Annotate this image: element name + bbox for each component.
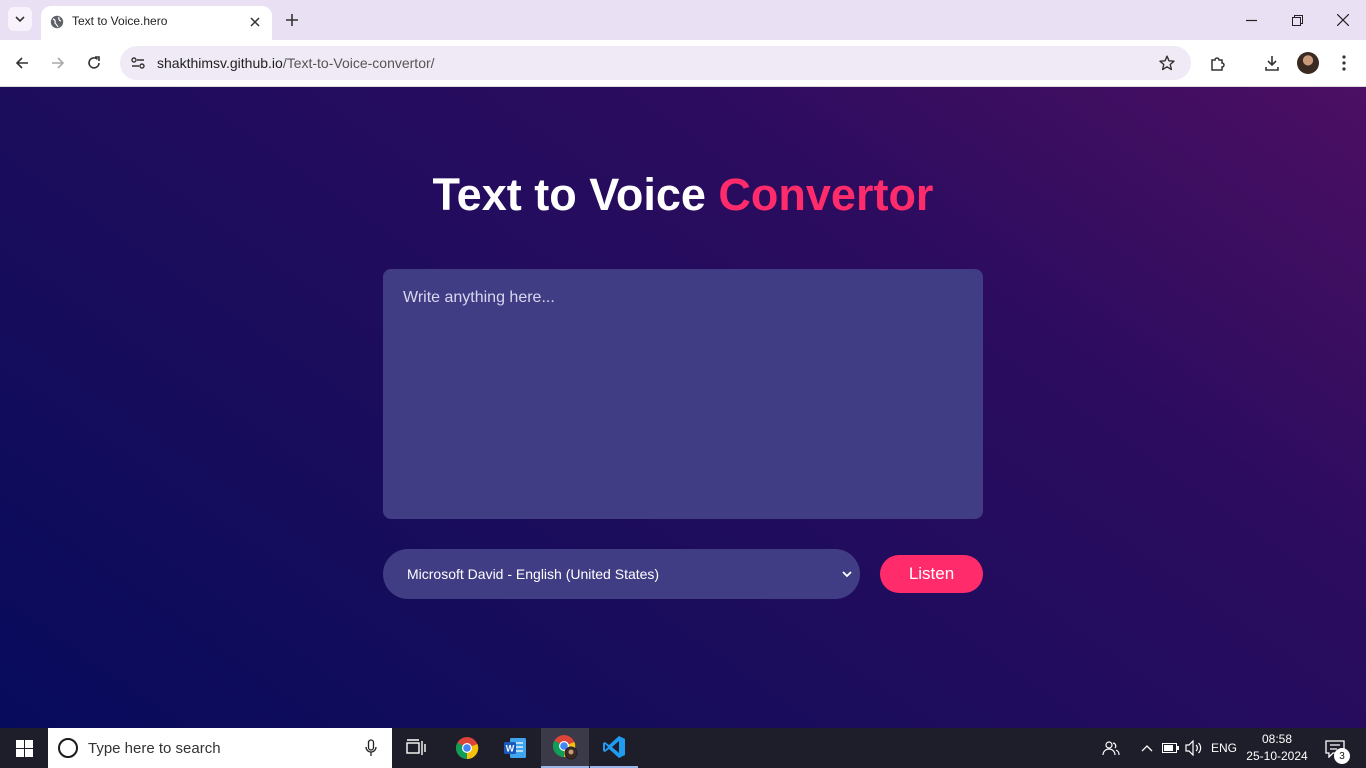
- tab-close-icon[interactable]: [246, 13, 264, 31]
- tab-title: Text to Voice.hero: [72, 14, 168, 28]
- text-input[interactable]: [383, 269, 983, 519]
- microphone-icon[interactable]: [364, 739, 378, 757]
- vscode-icon: [603, 736, 625, 758]
- new-tab-button[interactable]: [282, 10, 302, 30]
- minimize-icon: [1245, 19, 1257, 21]
- chevron-down-icon: [15, 16, 25, 23]
- address-bar[interactable]: shakthimsv.github.io/Text-to-Voice-conve…: [120, 46, 1191, 80]
- notification-count-badge: 3: [1334, 748, 1350, 764]
- tab-search-button[interactable]: [8, 7, 32, 31]
- minimize-button[interactable]: [1241, 10, 1261, 30]
- cortana-circle-icon: [58, 738, 78, 758]
- chrome-profile-icon: [553, 735, 578, 760]
- taskbar: Type here to search W ENG 08:58 25-10-20…: [0, 728, 1366, 768]
- title-main: Text to Voice: [432, 169, 719, 220]
- bookmark-star-icon[interactable]: [1157, 53, 1177, 73]
- chevron-down-icon: [841, 567, 853, 581]
- tab-strip: Text to Voice.hero: [0, 0, 1366, 40]
- page-content: Text to Voice Convertor Microsoft David …: [0, 87, 1366, 728]
- browser-toolbar: shakthimsv.github.io/Text-to-Voice-conve…: [0, 40, 1366, 87]
- browser-tab[interactable]: Text to Voice.hero: [41, 6, 272, 40]
- site-info-icon[interactable]: [128, 53, 148, 73]
- clock[interactable]: 08:58 25-10-2024: [1240, 731, 1314, 765]
- title-accent: Convertor: [718, 169, 934, 220]
- chrome-icon: [456, 737, 479, 760]
- clock-time: 08:58: [1261, 732, 1293, 746]
- chrome-profile-taskbar-app[interactable]: [541, 728, 589, 768]
- language-indicator[interactable]: ENG: [1210, 728, 1238, 768]
- url-text: shakthimsv.github.io/Text-to-Voice-conve…: [157, 55, 435, 71]
- close-icon: [1337, 14, 1349, 26]
- task-view-button[interactable]: [392, 728, 440, 768]
- restore-icon: [1291, 14, 1303, 26]
- tray-chevron-up-icon[interactable]: [1138, 728, 1156, 768]
- url-path: /Text-to-Voice-convertor/: [282, 55, 435, 71]
- volume-icon[interactable]: [1184, 728, 1204, 768]
- windows-start-button[interactable]: [0, 728, 48, 768]
- extensions-icon[interactable]: [1207, 52, 1229, 74]
- svg-text:W: W: [506, 744, 515, 754]
- windows-logo-icon: [15, 739, 33, 757]
- url-host: shakthimsv.github.io: [157, 55, 283, 71]
- close-window-button[interactable]: [1333, 10, 1353, 30]
- arrow-left-icon: [15, 57, 28, 69]
- plus-icon: [286, 14, 298, 26]
- task-view-icon: [406, 739, 426, 755]
- vscode-taskbar-app[interactable]: [590, 728, 638, 768]
- taskbar-search-box[interactable]: Type here to search: [48, 728, 392, 768]
- globe-icon: [50, 15, 64, 29]
- profile-avatar[interactable]: [1297, 52, 1319, 74]
- battery-icon[interactable]: [1161, 728, 1181, 768]
- chrome-taskbar-app[interactable]: [443, 728, 491, 768]
- page-title: Text to Voice Convertor: [0, 169, 1366, 221]
- reload-button[interactable]: [83, 52, 105, 74]
- word-icon: W: [504, 738, 526, 758]
- people-icon[interactable]: [1100, 728, 1122, 768]
- menu-kebab-icon[interactable]: [1333, 52, 1355, 74]
- voice-select-value: Microsoft David - English (United States…: [407, 566, 660, 582]
- restore-button[interactable]: [1287, 10, 1307, 30]
- clock-date: 25-10-2024: [1246, 749, 1308, 763]
- arrow-right-icon: [52, 57, 65, 69]
- listen-button[interactable]: Listen: [880, 555, 983, 593]
- voice-select[interactable]: Microsoft David - English (United States…: [383, 549, 860, 599]
- taskbar-search-placeholder: Type here to search: [88, 740, 221, 757]
- reload-icon: [88, 56, 100, 69]
- word-taskbar-app[interactable]: W: [491, 728, 539, 768]
- back-button[interactable]: [11, 52, 33, 74]
- download-icon[interactable]: [1261, 52, 1283, 74]
- forward-button[interactable]: [47, 52, 69, 74]
